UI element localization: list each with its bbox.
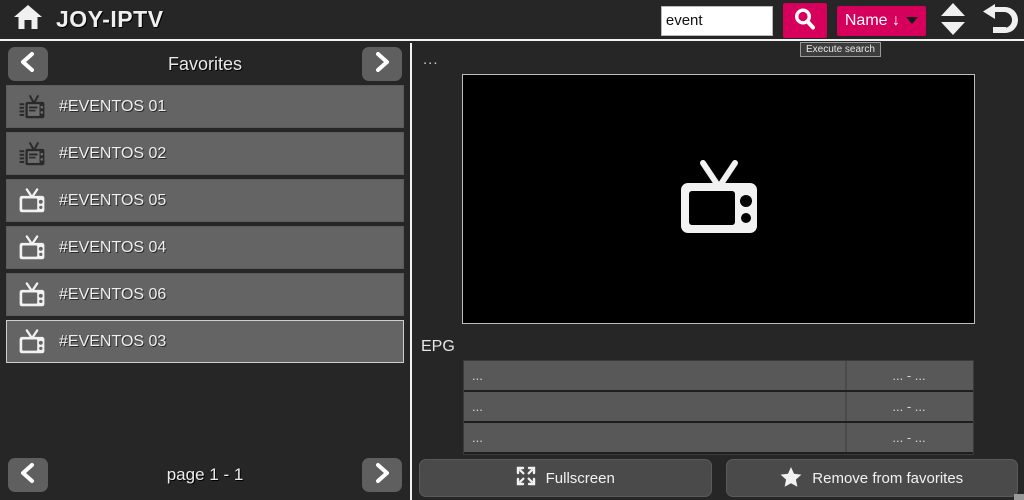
pagination-bar: page 1 - 1 xyxy=(0,454,410,496)
channel-list-item[interactable]: #EVENTOS 03 xyxy=(6,320,404,363)
top-bar: JOY-IPTV Name ↓ xyxy=(0,0,1024,41)
tv-icon xyxy=(15,327,49,357)
chevron-right-icon xyxy=(372,51,392,78)
remove-favorites-label: Remove from favorites xyxy=(812,469,964,487)
fullscreen-icon xyxy=(516,466,536,490)
channel-label: #EVENTOS 05 xyxy=(59,191,167,209)
epg-column-separator xyxy=(845,392,847,421)
epg-program-name: ... xyxy=(472,368,483,383)
channel-list: #EVENTOS 01 #EVENTOS 02 #EVENTOS 05 #EVENTO… xyxy=(0,85,410,363)
epg-program-time: ... - ... xyxy=(892,368,926,383)
up-down-arrows-icon xyxy=(936,1,970,40)
tv-icon xyxy=(15,233,49,263)
execute-search-button[interactable] xyxy=(782,3,827,38)
page-next-button[interactable] xyxy=(362,458,402,492)
home-button[interactable] xyxy=(0,0,56,40)
epg-list: ... ... - ...... ... - ...... ... - ... xyxy=(463,360,974,455)
channel-list-item[interactable]: #EVENTOS 04 xyxy=(6,226,404,269)
channel-list-item[interactable]: #EVENTOS 06 xyxy=(6,273,404,316)
search-tooltip: Execute search xyxy=(800,42,881,57)
detail-actions: Fullscreen Remove from favorites xyxy=(413,459,1024,497)
chevron-left-icon xyxy=(18,462,38,489)
detail-panel: ... EPG ... ... - ...... ... - ...... ... -… xyxy=(413,43,1024,500)
epg-row[interactable]: ... ... - ... xyxy=(464,361,973,392)
epg-program-name: ... xyxy=(472,399,483,414)
epg-program-name: ... xyxy=(472,430,483,445)
fullscreen-label: Fullscreen xyxy=(545,469,615,487)
video-player[interactable] xyxy=(462,74,975,324)
epg-program-time: ... - ... xyxy=(892,430,926,445)
search-icon xyxy=(792,6,818,35)
chevron-right-icon xyxy=(372,462,392,489)
epg-row[interactable]: ... ... - ... xyxy=(464,392,973,423)
page-indicator: page 1 - 1 xyxy=(166,465,244,484)
panel-divider xyxy=(410,43,412,500)
channel-label: #EVENTOS 01 xyxy=(59,97,167,115)
chevron-left-icon xyxy=(18,51,38,78)
channel-label: #EVENTOS 03 xyxy=(59,332,167,350)
remove-from-favorites-button[interactable]: Remove from favorites xyxy=(725,459,1018,497)
scroll-stepper-button[interactable] xyxy=(936,1,970,40)
favorites-title: Favorites xyxy=(167,53,243,74)
page-prev-button[interactable] xyxy=(8,458,48,492)
undo-back-icon xyxy=(980,2,1018,39)
chevron-down-icon xyxy=(906,17,918,24)
epg-program-time: ... - ... xyxy=(892,399,926,414)
tv-logo-icon xyxy=(15,139,49,169)
tv-icon xyxy=(673,157,765,242)
search-input[interactable] xyxy=(660,5,773,36)
channel-list-item[interactable]: #EVENTOS 01 xyxy=(6,85,404,128)
favorites-panel: Favorites #EVENTOS 01 #EVENTOS 02 #EVENTOS… xyxy=(0,43,410,500)
sort-dropdown[interactable]: Name ↓ xyxy=(836,5,926,36)
star-icon xyxy=(780,466,802,491)
epg-row[interactable]: ... ... - ... xyxy=(464,423,973,454)
epg-label: EPG xyxy=(421,338,455,355)
scrollbar-corner[interactable] xyxy=(1014,494,1024,500)
top-bar-controls: Name ↓ xyxy=(660,0,1018,41)
favorites-next-button[interactable] xyxy=(362,47,402,81)
home-icon xyxy=(13,3,43,36)
favorites-header: Favorites xyxy=(0,43,410,85)
channel-label: #EVENTOS 06 xyxy=(59,285,167,303)
favorites-prev-button[interactable] xyxy=(8,47,48,81)
channel-label: #EVENTOS 04 xyxy=(59,238,167,256)
tv-logo-icon xyxy=(15,92,49,122)
current-channel-title: ... xyxy=(423,51,439,68)
app-window: JOY-IPTV Name ↓ xyxy=(0,0,1024,500)
tv-icon xyxy=(15,186,49,216)
tv-icon xyxy=(15,280,49,310)
sort-label: Name ↓ xyxy=(844,11,900,29)
fullscreen-button[interactable]: Fullscreen xyxy=(419,459,712,497)
channel-list-item[interactable]: #EVENTOS 05 xyxy=(6,179,404,222)
back-button[interactable] xyxy=(980,2,1018,39)
channel-label: #EVENTOS 02 xyxy=(59,144,167,162)
epg-column-separator xyxy=(845,361,847,390)
channel-list-item[interactable]: #EVENTOS 02 xyxy=(6,132,404,175)
app-title: JOY-IPTV xyxy=(56,6,164,32)
epg-column-separator xyxy=(845,423,847,452)
